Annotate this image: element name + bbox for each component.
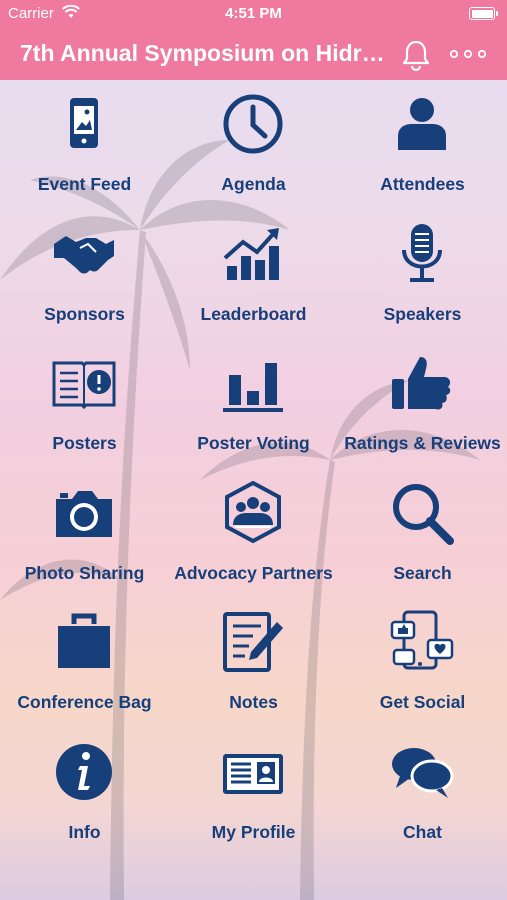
thumbs-up-icon xyxy=(392,357,451,410)
menu-item-my-profile[interactable]: My Profile xyxy=(169,728,338,857)
menu-item-label: Photo Sharing xyxy=(24,562,145,583)
bar-chart-icon xyxy=(223,363,283,412)
menu-item-label: Sponsors xyxy=(44,303,125,324)
notes-icon xyxy=(223,612,283,672)
menu-item-label: Notes xyxy=(229,692,278,712)
status-time: 4:51 PM xyxy=(225,5,282,22)
menu-item-poster-voting[interactable]: Poster Voting xyxy=(169,339,338,468)
menu-item-info[interactable]: Info xyxy=(0,728,169,857)
group-hand-icon xyxy=(225,480,281,543)
menu-item-event-feed[interactable]: Event Feed xyxy=(0,80,169,209)
menu-item-get-social[interactable]: Get Social xyxy=(338,598,507,727)
menu-item-advocacy-partners[interactable]: Advocacy Partners xyxy=(169,469,338,598)
menu-item-label: Get Social xyxy=(379,692,466,712)
camera-icon xyxy=(56,490,112,537)
page-title: 7th Annual Symposium on Hidradenitis Sup… xyxy=(20,40,392,66)
menu-item-posters[interactable]: Posters xyxy=(0,339,169,468)
menu-item-agenda[interactable]: Agenda xyxy=(169,80,338,209)
menu-item-label: Search xyxy=(393,562,452,583)
menu-item-notes[interactable]: Notes xyxy=(169,598,338,727)
social-icon xyxy=(390,610,454,670)
menu-item-speakers[interactable]: Speakers xyxy=(338,210,507,339)
menu-item-label: Poster Voting xyxy=(197,433,310,453)
menu-item-label: My Profile xyxy=(211,821,296,842)
menu-item-label: Agenda xyxy=(221,174,286,194)
menu-item-label: Chat xyxy=(403,821,442,842)
menu-item-label: Info xyxy=(68,821,101,842)
person-icon xyxy=(398,98,446,150)
menu-item-ratings-and-reviews[interactable]: Ratings & Reviews xyxy=(338,339,507,468)
menu-item-conference-bag[interactable]: Conference Bag xyxy=(0,598,169,727)
status-bar: Carrier 4:51 PM xyxy=(0,0,507,28)
bell-icon[interactable] xyxy=(399,38,433,72)
more-horizontal-icon[interactable] xyxy=(448,44,488,64)
menu-item-label: Advocacy Partners xyxy=(174,562,333,583)
menu-item-label: Attendees xyxy=(380,174,465,194)
handshake-icon xyxy=(54,235,114,273)
menu-item-photo-sharing[interactable]: Photo Sharing xyxy=(0,469,169,598)
menu-item-sponsors[interactable]: Sponsors xyxy=(0,210,169,339)
menu-item-label: Speakers xyxy=(383,303,462,324)
chart-arrow-icon xyxy=(223,227,279,280)
nav-bar: 7th Annual Symposium on Hidradenitis Sup… xyxy=(0,28,507,80)
menu-item-attendees[interactable]: Attendees xyxy=(338,80,507,209)
search-icon xyxy=(393,483,454,545)
menu-item-search[interactable]: Search xyxy=(338,469,507,598)
microphone-icon xyxy=(402,223,442,282)
bag-icon xyxy=(58,613,110,668)
menu-item-label: Leaderboard xyxy=(200,303,307,324)
menu-item-chat[interactable]: Chat xyxy=(338,728,507,857)
menu-item-leaderboard[interactable]: Leaderboard xyxy=(169,210,338,339)
battery-icon xyxy=(469,7,498,20)
menu-item-label: Posters xyxy=(52,433,117,453)
event-feed-icon xyxy=(70,98,98,148)
clock-icon xyxy=(223,94,283,154)
book-alert-icon xyxy=(52,361,116,410)
chat-icon xyxy=(392,747,454,798)
menu-item-label: Event Feed xyxy=(37,174,132,194)
info-icon xyxy=(56,743,112,800)
menu-item-label: Conference Bag xyxy=(17,692,152,712)
id-card-icon xyxy=(223,753,283,794)
menu-item-label: Ratings & Reviews xyxy=(344,433,501,453)
